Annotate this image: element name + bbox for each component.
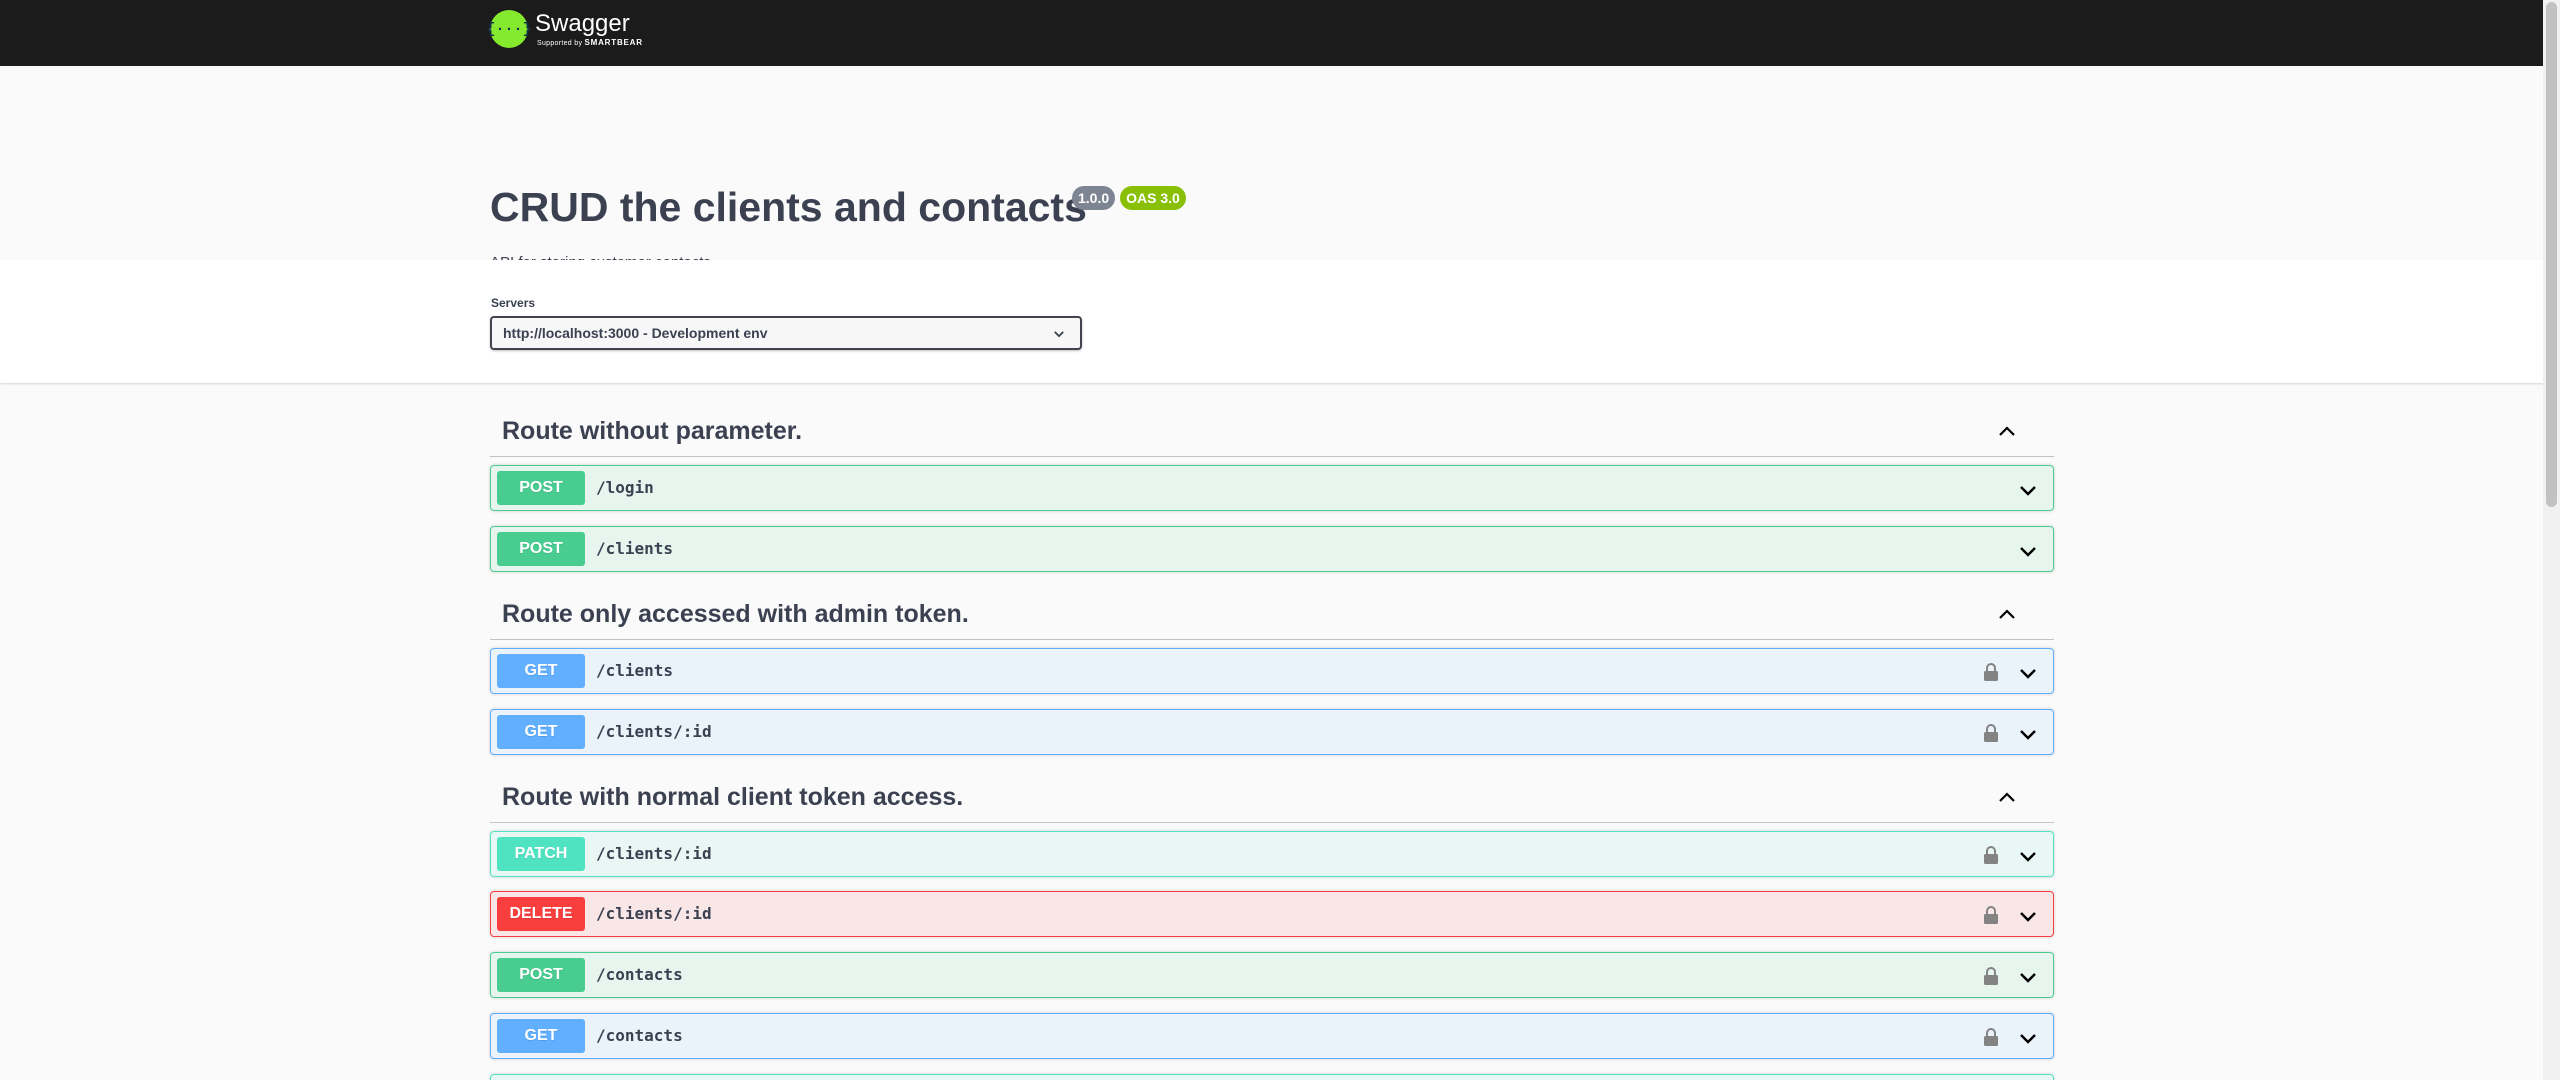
chevron-down-icon[interactable] — [2017, 905, 2039, 927]
api-title: CRUD the clients and contacts — [490, 184, 1087, 230]
version-badge: 1.0.0 — [1072, 186, 1116, 210]
method-badge: POST — [497, 532, 585, 566]
tag-title: Route without parameter. — [502, 417, 803, 445]
operation-summary-patch[interactable]: PATCH — [490, 1074, 2054, 1080]
scheme-container: Servers http://localhost:3000 - Developm… — [0, 260, 2560, 383]
chevron-up-icon[interactable] — [1996, 421, 2018, 443]
operation-path: /clients — [596, 661, 674, 680]
chevron-down-icon[interactable] — [2017, 540, 2039, 562]
topbar: {···} Swagger Supported by SMARTBEAR — [0, 0, 2560, 66]
chevron-down-icon[interactable] — [2017, 723, 2039, 745]
chevron-up-icon[interactable] — [1996, 604, 2018, 626]
lock-icon[interactable] — [1981, 1027, 2001, 1047]
operation-path: /contacts — [596, 1026, 683, 1045]
swagger-brand-link[interactable]: {···} Swagger Supported by SMARTBEAR — [487, 9, 643, 48]
method-badge: GET — [497, 654, 585, 688]
method-badge: DELETE — [497, 897, 585, 931]
operation-path: /clients/:id — [596, 844, 712, 863]
chevron-up-icon[interactable] — [1996, 787, 2018, 809]
operation-path: /contacts — [596, 965, 683, 984]
servers-label: Servers — [491, 296, 536, 310]
method-badge: GET — [497, 1019, 585, 1053]
supported-brand: SMARTBEAR — [584, 37, 643, 47]
method-badge: GET — [497, 715, 585, 749]
operation-summary-post[interactable]: POST/login — [490, 465, 2054, 511]
tag-title: Route with normal client token access. — [502, 783, 964, 811]
lock-icon[interactable] — [1981, 905, 2001, 925]
brand-name: Swagger — [535, 9, 630, 37]
oas-badge: OAS 3.0 — [1120, 186, 1186, 210]
operation-path: /clients — [596, 539, 674, 558]
operation-path: /clients/:id — [596, 904, 712, 923]
chevron-down-icon[interactable] — [2017, 662, 2039, 684]
scrollbar-thumb[interactable] — [2546, 2, 2557, 507]
lock-icon[interactable] — [1981, 723, 2001, 743]
chevron-down-icon[interactable] — [2017, 1027, 2039, 1049]
operation-summary-patch[interactable]: PATCH/clients/:id — [490, 831, 2054, 877]
swagger-logo-icon: {···} — [487, 10, 532, 48]
tag-section-header[interactable]: Route only accessed with admin token. — [490, 588, 2054, 640]
servers-select[interactable]: http://localhost:3000 - Development env — [490, 316, 1082, 350]
lock-icon[interactable] — [1981, 662, 2001, 682]
lock-icon[interactable] — [1981, 966, 2001, 986]
operation-path: /login — [596, 478, 654, 497]
lock-icon[interactable] — [1981, 845, 2001, 865]
chevron-down-icon[interactable] — [2017, 966, 2039, 988]
tag-title: Route only accessed with admin token. — [502, 600, 969, 628]
page-scrollbar[interactable] — [2543, 0, 2560, 1080]
servers-selected-value: http://localhost:3000 - Development env — [503, 325, 768, 341]
tag-section-header[interactable]: Route with normal client token access. — [490, 771, 2054, 823]
version-badges: 1.0.0 OAS 3.0 — [1072, 186, 1186, 210]
supported-prefix: Supported by — [537, 39, 583, 47]
operation-summary-post[interactable]: POST/contacts — [490, 952, 2054, 998]
tag-section-header[interactable]: Route without parameter. — [490, 405, 2054, 457]
operation-summary-get[interactable]: GET/contacts — [490, 1013, 2054, 1059]
brand-supported-by: Supported by SMARTBEAR — [537, 37, 643, 47]
operation-path: /clients/:id — [596, 722, 712, 741]
operation-summary-delete[interactable]: DELETE/clients/:id — [490, 891, 2054, 937]
method-badge: PATCH — [497, 837, 585, 871]
chevron-down-icon[interactable] — [2017, 845, 2039, 867]
brand-text: Swagger Supported by SMARTBEAR — [535, 9, 643, 47]
method-badge: POST — [497, 471, 585, 505]
operation-summary-post[interactable]: POST/clients — [490, 526, 2054, 572]
operation-summary-get[interactable]: GET/clients/:id — [490, 709, 2054, 755]
operation-summary-get[interactable]: GET/clients — [490, 648, 2054, 694]
chevron-down-icon[interactable] — [2017, 479, 2039, 501]
chevron-down-icon — [1054, 331, 1064, 338]
api-info: CRUD the clients and contacts 1.0.0 OAS … — [0, 66, 2560, 271]
method-badge: POST — [497, 958, 585, 992]
